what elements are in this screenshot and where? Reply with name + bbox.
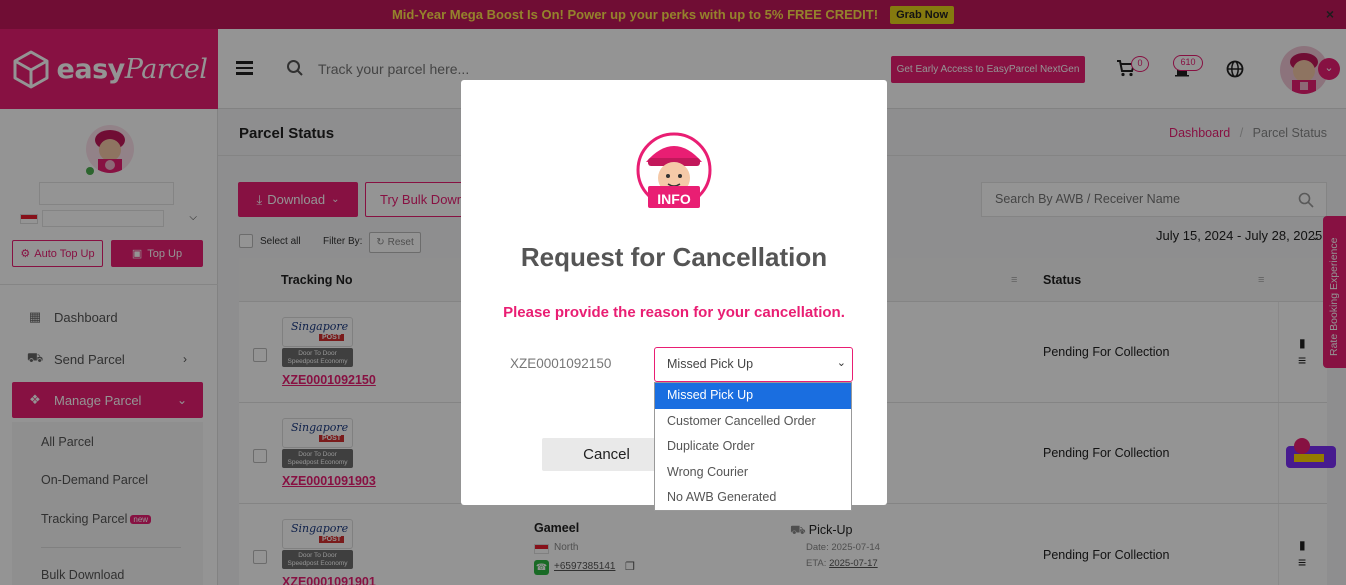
chevron-down-icon: ⌄ (836, 357, 846, 369)
reason-option[interactable]: Duplicate Order (655, 434, 851, 460)
info-badge-label: INFO (657, 191, 691, 207)
reason-option[interactable]: No AWB Generated (655, 485, 851, 511)
cancel-button[interactable]: Cancel (542, 438, 671, 471)
reason-dropdown-list: Missed Pick Up Customer Cancelled Order … (654, 382, 852, 511)
modal-title: Request for Cancellation (520, 242, 828, 272)
reason-option[interactable]: Customer Cancelled Order (655, 409, 851, 435)
reason-option[interactable]: Wrong Courier (655, 460, 851, 486)
reason-option[interactable]: Missed Pick Up (655, 383, 851, 409)
cancellation-awb: XZE0001092150 (510, 356, 612, 371)
cancellation-reason-select[interactable]: Missed Pick Up ⌄ (654, 347, 853, 382)
modal-subtitle: Please provide the reason for your cance… (503, 304, 845, 321)
selected-reason: Missed Pick Up (667, 357, 754, 371)
